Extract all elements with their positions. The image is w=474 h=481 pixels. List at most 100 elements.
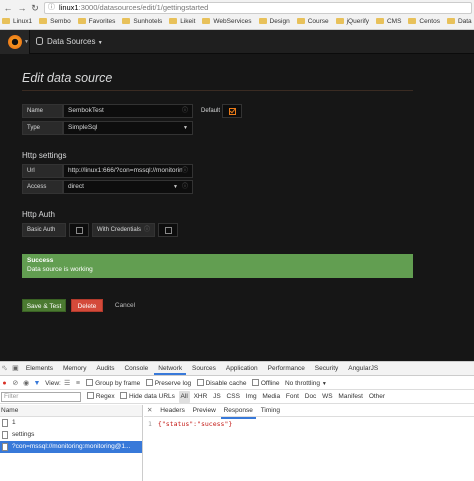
folder-icon (77, 18, 86, 24)
tab-headers[interactable]: Headers (157, 405, 188, 417)
grafana-app: ▼ Data Sources ▼ Edit data source Name S… (0, 30, 474, 361)
bookmark-item[interactable]: Sembo (37, 16, 74, 28)
tab-application[interactable]: Application (222, 362, 262, 375)
request-row[interactable]: 1 (0, 417, 142, 429)
delete-button[interactable]: Delete (71, 299, 103, 312)
list-view-icon[interactable]: ☰ (63, 377, 72, 389)
document-icon (2, 443, 8, 451)
side-menu-toggle[interactable]: ▼ (0, 30, 30, 54)
reload-icon[interactable]: ↻ (30, 3, 40, 13)
disable-cache-label: Disable cache (205, 380, 247, 387)
default-checkbox[interactable] (222, 104, 242, 118)
with-credentials-checkbox[interactable] (158, 223, 178, 237)
detail-tabbar: ✕ Headers Preview Response Timing (144, 405, 474, 419)
bookmark-item[interactable]: CMS (374, 16, 404, 28)
bookmark-item[interactable]: Centos (406, 16, 443, 28)
caret-down-icon: ▼ (173, 184, 178, 190)
filter-input[interactable]: Filter (1, 392, 81, 402)
folder-icon (202, 18, 211, 24)
response-text: {"status":"sucess"} (157, 420, 233, 428)
response-body: 1 {"status":"sucess"} (144, 417, 474, 428)
info-icon: ⓘ (181, 108, 188, 114)
offline-label: Offline (260, 380, 280, 387)
close-icon[interactable]: ✕ (144, 405, 155, 417)
filter-type-all[interactable]: All (178, 391, 190, 403)
folder-icon (258, 18, 267, 24)
tab-console[interactable]: Console (120, 362, 152, 375)
caret-down-icon: ▼ (24, 39, 29, 45)
regex-checkbox[interactable] (86, 392, 94, 399)
filter-icon[interactable]: ▼ (32, 377, 41, 389)
cancel-link[interactable]: Cancel (109, 299, 141, 312)
bookmark-item[interactable]: Course (295, 16, 332, 28)
http-settings-heading: Http settings (22, 151, 67, 160)
bookmark-item[interactable]: Data (445, 16, 474, 28)
waterfall-view-icon[interactable]: ≡ (73, 377, 82, 389)
regex-label: Regex (95, 393, 115, 400)
bookmark-item[interactable]: Design (257, 16, 293, 28)
clear-icon[interactable]: ⊘ (11, 377, 20, 389)
info-icon: ⓘ (181, 165, 188, 177)
url-label: Url (22, 164, 63, 178)
tab-response[interactable]: Response (220, 405, 256, 419)
type-select[interactable]: SimpleSql ▼ (63, 121, 193, 135)
access-select[interactable]: direct ▼ ⓘ (63, 180, 193, 194)
filter-type-doc[interactable]: Doc (303, 391, 319, 403)
basic-auth-checkbox[interactable] (69, 223, 89, 237)
bookmark-item[interactable]: Likeit (167, 16, 198, 28)
filter-type-ws[interactable]: WS (320, 391, 334, 403)
forward-arrow-icon[interactable]: → (17, 3, 27, 13)
bookmark-item[interactable]: Linux1 (0, 16, 35, 28)
request-row[interactable]: settings (0, 429, 142, 441)
offline-checkbox[interactable] (251, 379, 259, 386)
bookmark-item[interactable]: jQuerify (334, 16, 372, 28)
tab-memory[interactable]: Memory (59, 362, 90, 375)
tab-timing[interactable]: Timing (258, 405, 283, 417)
filter-type-css[interactable]: CSS (225, 391, 242, 403)
save-test-button[interactable]: Save & Test (22, 299, 66, 312)
filter-type-js[interactable]: JS (211, 391, 223, 403)
folder-icon (122, 18, 131, 24)
tab-performance[interactable]: Performance (264, 362, 309, 375)
filter-type-manifest[interactable]: Manifest (336, 391, 365, 403)
bookmarks-bar: Linux1 Sembo Favorites Sunhotels Likeit … (0, 16, 474, 29)
tab-preview[interactable]: Preview (190, 405, 219, 417)
bookmark-item[interactable]: Sunhotels (120, 16, 165, 28)
browser-toolbar: ← → ↻ ⓘ linux1:3000/datasources/edit/1/g… (0, 0, 474, 30)
request-row-selected[interactable]: ?con=mssql://monitoring:monitoring@1... (0, 441, 142, 453)
name-column-header[interactable]: Name (0, 405, 142, 417)
breadcrumb[interactable]: Data Sources ▼ (36, 37, 103, 46)
tab-audits[interactable]: Audits (92, 362, 118, 375)
group-by-frame-checkbox[interactable] (86, 379, 94, 386)
back-arrow-icon[interactable]: ← (3, 3, 13, 13)
tab-elements[interactable]: Elements (22, 362, 57, 375)
filter-type-other[interactable]: Other (367, 391, 387, 403)
record-icon[interactable]: ● (0, 377, 9, 389)
device-toggle-icon[interactable]: ▣ (11, 362, 20, 375)
filter-type-img[interactable]: Img (244, 391, 259, 403)
camera-icon[interactable]: ◉ (22, 377, 31, 389)
hide-data-urls-checkbox[interactable] (120, 392, 128, 399)
name-label: Name (22, 104, 63, 118)
bookmark-item[interactable]: Favorites (76, 16, 119, 28)
info-icon: ⓘ (48, 4, 55, 11)
view-label: View: (45, 380, 61, 387)
filter-type-font[interactable]: Font (284, 391, 301, 403)
tab-security[interactable]: Security (311, 362, 342, 375)
tab-angularjs[interactable]: AngularJS (344, 362, 382, 375)
preserve-log-checkbox[interactable] (145, 379, 153, 386)
disable-cache-checkbox[interactable] (196, 379, 204, 386)
name-input[interactable]: SembokTest ⓘ (63, 104, 193, 118)
throttling-select[interactable]: No throttling (285, 380, 320, 387)
info-icon: ⓘ (181, 184, 188, 190)
bookmark-item[interactable]: WebServices (200, 16, 254, 28)
url-input[interactable]: http://linux1:666/?con=mssql://monitorin… (63, 164, 193, 178)
tab-sources[interactable]: Sources (188, 362, 220, 375)
checkmark-icon (229, 108, 236, 115)
request-list: Name 1 settings ?con=mssql://monitoring:… (0, 405, 143, 481)
inspect-icon[interactable]: ⬁ (0, 362, 9, 375)
tab-network[interactable]: Network (154, 362, 187, 375)
address-bar[interactable]: ⓘ linux1:3000/datasources/edit/1/getting… (44, 2, 472, 14)
filter-type-media[interactable]: Media (260, 391, 282, 403)
filter-type-xhr[interactable]: XHR (192, 391, 210, 403)
